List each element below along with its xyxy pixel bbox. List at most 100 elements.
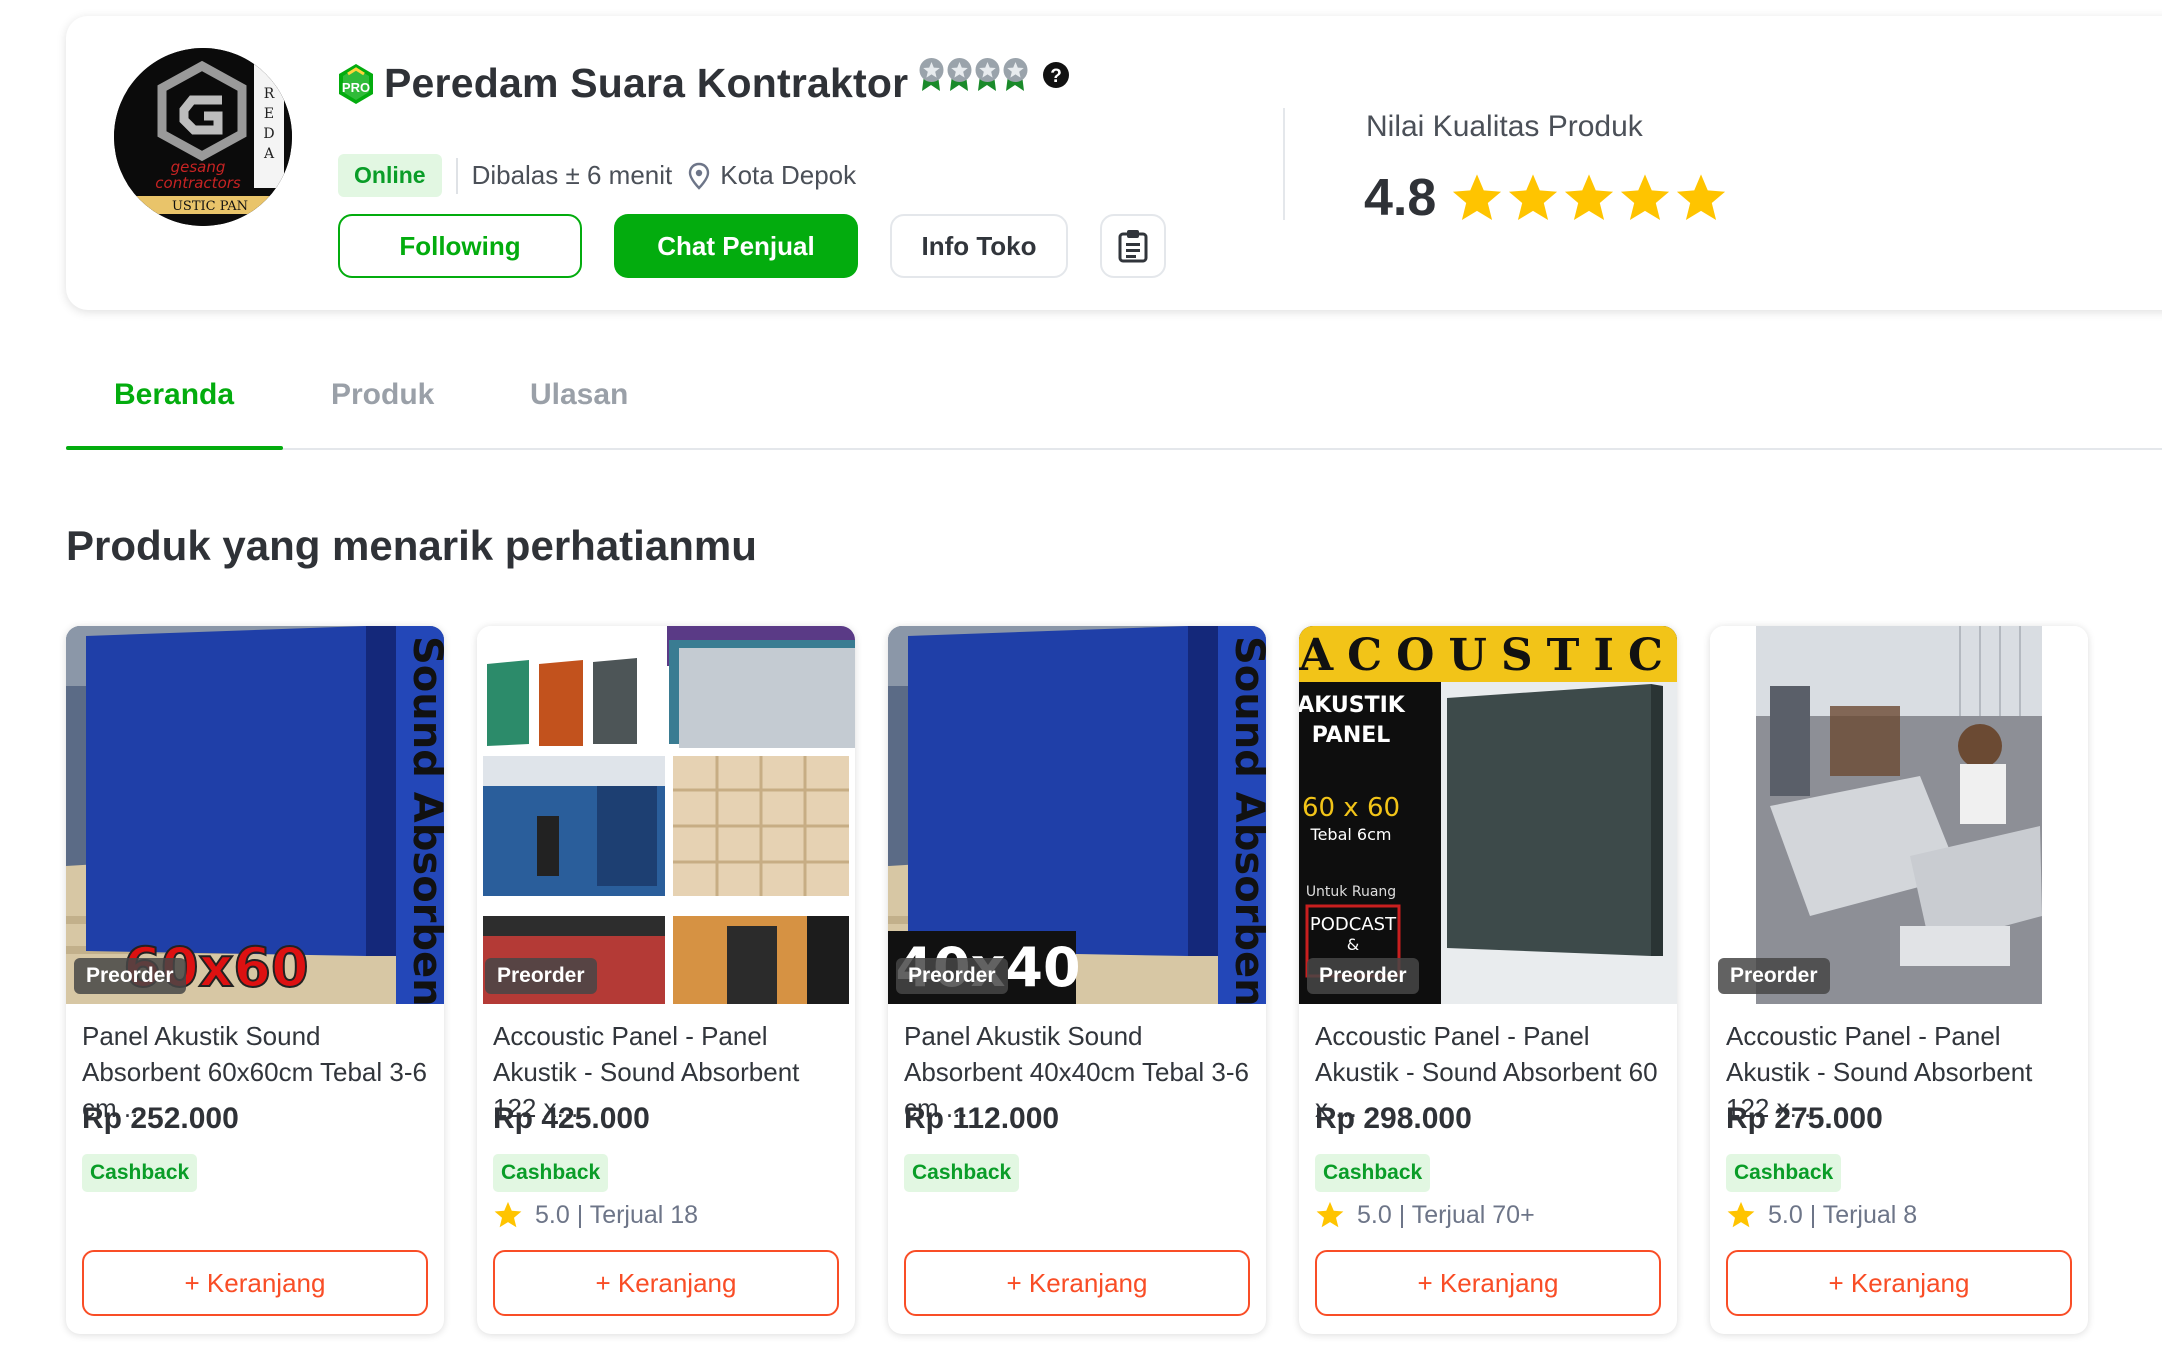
shop-tabs: Beranda Produk Ulasan [66, 360, 2162, 450]
quality-value: 4.8 [1364, 169, 1437, 227]
product-card[interactable]: Sound Absorbent 60x60 Preorder Panel Aku… [66, 626, 444, 1334]
image-label: PODCAST [1310, 914, 1397, 935]
svg-text:PRO: PRO [342, 80, 370, 95]
image-side-text: Sound Absorbent [404, 636, 444, 1004]
product-photo-blue-panel: Sound Absorbent 40x40 [888, 626, 1266, 1004]
svg-text:E: E [264, 106, 274, 122]
preorder-badge: Preorder [74, 958, 186, 994]
add-to-cart-button[interactable]: + Keranjang [904, 1250, 1250, 1316]
product-image[interactable]: Preorder [1710, 626, 2088, 1004]
image-label: Untuk Ruang [1306, 884, 1396, 900]
medal-icon [947, 57, 972, 91]
product-image[interactable]: Sound Absorbent 60x60 Preorder [66, 626, 444, 1004]
product-rating: 5.0 | Terjual 8 [1726, 1200, 1917, 1230]
preorder-badge: Preorder [485, 958, 597, 994]
following-button[interactable]: Following [338, 214, 582, 278]
svg-text:contractors: contractors [155, 174, 241, 192]
product-photo-workshop [1710, 626, 2088, 1004]
rating-sold-text: 5.0 | Terjual 8 [1768, 1200, 1918, 1229]
star-icon [494, 1201, 522, 1228]
tab-beranda[interactable]: Beranda [114, 378, 234, 412]
pro-merchant-badge-icon: PRO [339, 63, 373, 104]
quality-rating: 4.8 [1364, 168, 1730, 228]
cashback-badge: Cashback [493, 1154, 609, 1192]
product-card[interactable]: Preorder Accoustic Panel - Panel Akustik… [1710, 626, 2088, 1334]
star-icon [1677, 174, 1726, 221]
product-photo-blue-panel: Sound Absorbent 60x60 [66, 626, 444, 1004]
product-photo-acoustic-poster: ACOUSTIC AKUSTIK PANEL 60 x 60 Tebal 6cm… [1299, 626, 1677, 1004]
quality-label: Nilai Kualitas Produk [1366, 110, 1643, 143]
medal-icon [975, 57, 1000, 91]
image-label: PANEL [1312, 723, 1391, 748]
shop-title-row: PRO Peredam Suara Kontraktor ? [336, 57, 1070, 107]
shop-tier-medals [918, 57, 1030, 93]
help-question-icon[interactable]: ? [1042, 61, 1070, 89]
cashback-badge: Cashback [904, 1154, 1020, 1192]
product-rating: 5.0 | Terjual 70+ [1315, 1200, 1535, 1230]
shop-notes-button[interactable] [1100, 214, 1166, 278]
shop-name: Peredam Suara Kontraktor [384, 60, 909, 106]
product-price: Rp 112.000 [904, 1102, 1060, 1135]
product-rating: 5.0 | Terjual 18 [493, 1200, 698, 1230]
svg-text:A: A [263, 146, 275, 162]
chat-seller-button[interactable]: Chat Penjual [614, 214, 858, 278]
product-image[interactable]: Sound Absorbent 40x40 Preorder [888, 626, 1266, 1004]
product-price: Rp 275.000 [1726, 1102, 1883, 1135]
rating-sold-text: 5.0 | Terjual 70+ [1357, 1200, 1535, 1229]
svg-text:D: D [263, 126, 274, 142]
add-to-cart-button[interactable]: + Keranjang [82, 1250, 428, 1316]
shop-header-card: R E D A gesang contractors USTIC PAN PRO… [66, 16, 2162, 310]
shop-logo-icon: R E D A gesang contractors USTIC PAN [114, 48, 292, 226]
preorder-badge: Preorder [896, 958, 1008, 994]
cashback-badge: Cashback [1315, 1154, 1431, 1192]
response-time: Dibalas ± 6 menit [471, 160, 673, 190]
preorder-badge: Preorder [1307, 958, 1419, 994]
image-label: 60 x 60 [1302, 793, 1400, 823]
tab-ulasan[interactable]: Ulasan [530, 378, 628, 412]
product-image[interactable]: ACOUSTIC AKUSTIK PANEL 60 x 60 Tebal 6cm… [1299, 626, 1677, 1004]
add-to-cart-button[interactable]: + Keranjang [493, 1250, 839, 1316]
star-icon [1621, 174, 1670, 221]
product-photo-collage [477, 626, 855, 1004]
location-pin-icon [689, 162, 710, 190]
shop-avatar[interactable]: R E D A gesang contractors USTIC PAN [114, 48, 292, 226]
product-price: Rp 252.000 [82, 1102, 239, 1135]
star-icon [1316, 1201, 1344, 1228]
svg-text:?: ? [1051, 66, 1063, 87]
add-to-cart-button[interactable]: + Keranjang [1315, 1250, 1661, 1316]
product-image[interactable]: Preorder [477, 626, 855, 1004]
star-icon [1509, 174, 1558, 221]
image-label: Tebal 6cm [1310, 825, 1392, 844]
rating-sold-text: 5.0 | Terjual 18 [535, 1200, 699, 1229]
product-card[interactable]: ACOUSTIC AKUSTIK PANEL 60 x 60 Tebal 6cm… [1299, 626, 1677, 1334]
product-card[interactable]: Sound Absorbent 40x40 Preorder Panel Aku… [888, 626, 1266, 1334]
online-status-badge: Online [338, 154, 442, 197]
star-icon [1565, 174, 1614, 221]
product-price: Rp 298.000 [1315, 1102, 1472, 1135]
shop-action-buttons: Following Chat Penjual Info Toko [338, 214, 1166, 278]
shop-info-button[interactable]: Info Toko [890, 214, 1068, 278]
header-vertical-divider [1283, 108, 1285, 220]
active-tab-indicator [66, 446, 283, 450]
medal-icon [1003, 57, 1028, 91]
add-to-cart-button[interactable]: + Keranjang [1726, 1250, 2072, 1316]
preorder-badge: Preorder [1718, 958, 1830, 994]
image-side-text: Sound Absorbent [1226, 636, 1266, 1004]
cashback-badge: Cashback [82, 1154, 198, 1192]
star-icon [1453, 174, 1502, 221]
shop-location: Kota Depok [720, 160, 857, 190]
product-price: Rp 425.000 [493, 1102, 650, 1135]
tab-produk[interactable]: Produk [331, 378, 434, 412]
shop-meta-row: Online Dibalas ± 6 menit Kota Depok [338, 154, 856, 197]
cashback-badge: Cashback [1726, 1154, 1842, 1192]
svg-text:R: R [264, 86, 275, 102]
product-card[interactable]: Preorder Accoustic Panel - Panel Akustik… [477, 626, 855, 1334]
svg-text:USTIC PAN: USTIC PAN [172, 199, 248, 214]
image-label: & [1347, 935, 1359, 954]
section-title: Produk yang menarik perhatianmu [66, 522, 757, 569]
meta-divider [455, 157, 458, 194]
clipboard-icon [1118, 230, 1148, 263]
image-banner-text: ACOUSTIC [1299, 630, 1677, 681]
medal-icon [919, 57, 944, 91]
star-icon [1727, 1201, 1755, 1228]
